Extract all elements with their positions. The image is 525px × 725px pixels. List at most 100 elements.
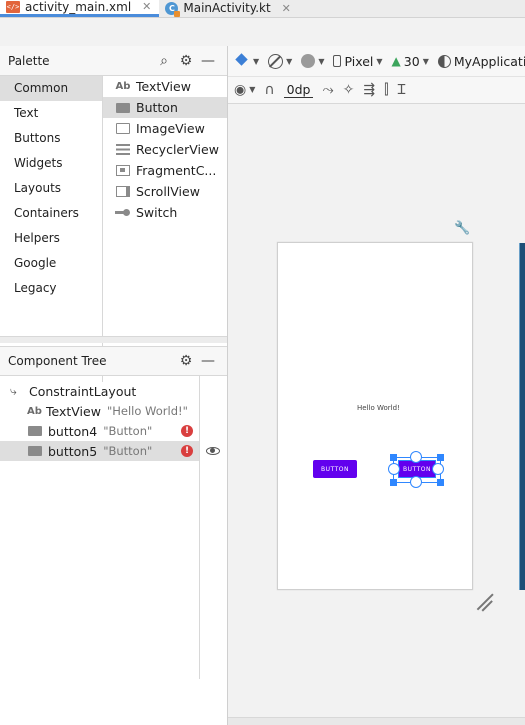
chevron-down-icon: ▼ [249,85,256,94]
tree-row-hint: "Button" [103,424,153,438]
palette-item-switch[interactable]: Switch [103,202,227,223]
clear-constraints-icon[interactable]: ⤳ [322,82,333,98]
gear-icon[interactable]: ⚙ [175,53,197,69]
palette-item-textview[interactable]: Ab TextView [103,76,227,97]
category-containers[interactable]: Containers [0,201,102,226]
layers-icon [234,54,250,68]
category-common[interactable]: Common [0,76,102,101]
tree-row-hint: "Button" [103,444,153,458]
design-surface-button[interactable]: ▼ [234,54,259,68]
tab-main-activity[interactable]: C MainActivity.kt ✕ [159,0,299,17]
palette-item-button[interactable]: Button [103,97,227,118]
minimize-icon[interactable]: — [197,53,219,69]
textview-icon: Ab [115,81,131,92]
editor-tab-bar: </> activity_main.xml ✕ C MainActivity.k… [0,0,525,18]
close-icon[interactable]: ✕ [142,0,151,13]
tree-row-constraintlayout[interactable]: ⤷ ConstraintLayout [0,381,199,401]
theme-label: MyApplication [453,53,525,69]
palette-item-imageview[interactable]: ImageView [103,118,227,139]
panel-splitter[interactable] [0,336,227,343]
palette-item-label: ScrollView [136,184,200,199]
category-google[interactable]: Google [0,251,102,276]
category-legacy[interactable]: Legacy [0,276,102,301]
palette-item-recyclerview[interactable]: RecyclerView [103,139,227,160]
palette-item-label: Button [136,100,178,115]
chevron-down-icon: ▼ [318,56,325,66]
phone-icon [333,55,342,67]
tree-row-button4[interactable]: button4 "Button" ! [0,421,199,441]
theme-icon [437,54,451,68]
category-helpers[interactable]: Helpers [0,226,102,251]
tree-row-label: button5 [48,443,98,459]
palette-title: Palette [8,53,50,68]
preview-textview[interactable]: Hello World! [357,404,400,412]
textview-icon: Ab [27,405,42,417]
resize-handle-bottom-right[interactable] [437,479,444,486]
palette-item-fragment[interactable]: FragmentC... [103,160,227,181]
blueprint-preview[interactable] [519,243,525,590]
gear-icon[interactable]: ⚙ [175,353,197,369]
category-buttons[interactable]: Buttons [0,126,102,151]
device-selector[interactable]: Pixel ▼ [333,54,383,69]
search-icon[interactable]: ⌕ [153,53,175,69]
preview-button4[interactable]: BUTTON [313,460,357,478]
chevron-down-icon: ▼ [286,56,293,66]
tree-row-label: button4 [48,423,98,439]
palette-item-label: Switch [136,205,178,220]
close-icon[interactable]: ✕ [282,2,291,15]
tree-row-label: ConstraintLayout [29,383,137,399]
device-screen-preview[interactable] [277,242,473,590]
horizontal-scrollbar[interactable] [228,717,525,725]
api-level-selector[interactable]: ▲ 30 ▼ [392,54,429,69]
tab-label: MainActivity.kt [183,1,271,15]
resize-handle-top-right[interactable] [437,454,444,461]
constraint-handle-bottom[interactable] [410,476,422,488]
fragment-icon [115,165,131,177]
chevron-down-icon: ▼ [376,56,383,66]
minimize-icon[interactable]: — [197,353,219,369]
device-resize-handle[interactable] [474,592,494,612]
chevron-down-icon: ▼ [422,56,429,66]
button-icon [28,426,42,436]
view-options-button[interactable]: ◉ ▼ [234,82,255,98]
api-label: 30 [403,53,420,69]
night-mode-button[interactable]: ▼ [301,54,324,68]
orientation-button[interactable]: ▼ [268,53,293,69]
wrench-icon[interactable]: 🔧 [454,221,470,236]
switch-icon [115,207,131,219]
component-tree-header: Component Tree ⚙ — [0,346,227,376]
error-icon[interactable]: ! [181,445,193,457]
category-layouts[interactable]: Layouts [0,176,102,201]
palette-item-scrollview[interactable]: ScrollView [103,181,227,202]
tree-row-hint: "Hello World!" [106,404,188,418]
tree-row-textview[interactable]: Ab TextView "Hello World!" [0,401,199,421]
infer-constraints-wand-icon[interactable]: ✧ [343,82,355,98]
theme-selector[interactable]: MyApplication [437,53,525,69]
palette-item-label: FragmentC... [136,163,217,178]
visibility-eye-icon[interactable] [206,447,220,455]
component-tree: ⤷ ConstraintLayout Ab TextView "Hello Wo… [0,376,200,679]
autoconnect-magnet-icon[interactable]: ∩ [264,82,274,98]
default-margin-field[interactable]: 0dp [283,82,314,98]
category-widgets[interactable]: Widgets [0,151,102,176]
palette-item-label: TextView [136,79,191,94]
palette-header: Palette ⌕ ⚙ — [0,46,227,76]
tree-row-label: TextView [46,403,101,419]
component-tree-title: Component Tree [8,354,107,368]
baseline-icon[interactable]: Ɪ [398,80,406,99]
constraint-layout-icon: ⤷ [10,383,17,398]
constraint-handle-top[interactable] [410,451,422,463]
error-icon[interactable]: ! [181,425,193,437]
tree-row-button5[interactable]: button5 "Button" ! [0,441,199,461]
design-toolbar-row-1: ▼ ▼ ▼ Pixel▼ ▲30▼ MyApplication [228,48,525,74]
orientation-icon [268,53,284,69]
design-toolbar-row-2: ◉ ▼ ∩ 0dp ⤳ ✧ ⇶ ⫿ Ɪ [228,76,525,102]
resize-handle-top-left[interactable] [390,454,397,461]
guidelines-icon[interactable]: ⇶ [363,82,375,98]
category-text[interactable]: Text [0,101,102,126]
constraint-handle-left[interactable] [388,463,400,475]
align-icon[interactable]: ⫿ [384,82,388,98]
resize-handle-bottom-left[interactable] [390,479,397,486]
constraint-handle-right[interactable] [432,463,444,475]
tab-activity-main[interactable]: </> activity_main.xml ✕ [0,0,160,17]
